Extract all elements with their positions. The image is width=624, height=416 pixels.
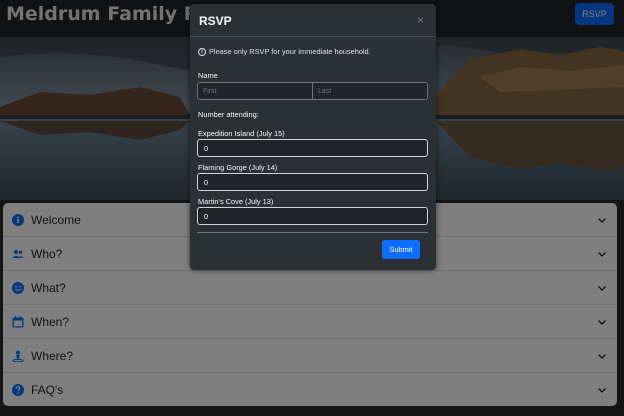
event-label-expedition-island: Expedition Island (July 15) — [198, 129, 285, 138]
first-name-input[interactable]: First — [197, 82, 312, 100]
flaming-gorge-count-input[interactable]: 0 — [197, 173, 428, 191]
notice-text: Please only RSVP for your immediate hous… — [209, 47, 371, 56]
name-label: Name — [198, 71, 218, 80]
last-name-input[interactable]: Last — [312, 82, 428, 100]
event-label-martins-cove: Martin's Cove (July 13) — [198, 197, 274, 206]
modal-header: RSVP × — [190, 4, 436, 37]
divider — [197, 232, 428, 233]
name-input-group: First Last — [197, 82, 428, 100]
submit-button[interactable]: Submit — [382, 240, 420, 259]
attending-label: Number attending: — [198, 110, 259, 119]
expedition-island-count-input[interactable]: 0 — [197, 139, 428, 157]
close-icon[interactable]: × — [417, 14, 424, 26]
page: Meldrum Family Reunion RSVP — [0, 0, 624, 416]
event-label-flaming-gorge: Flaming Gorge (July 14) — [198, 163, 278, 172]
modal-title: RSVP — [199, 14, 232, 28]
rsvp-notice: i Please only RSVP for your immediate ho… — [198, 47, 371, 56]
rsvp-modal: RSVP × i Please only RSVP for your immed… — [190, 4, 436, 270]
info-circle-icon: i — [198, 47, 206, 56]
martins-cove-count-input[interactable]: 0 — [197, 207, 428, 225]
